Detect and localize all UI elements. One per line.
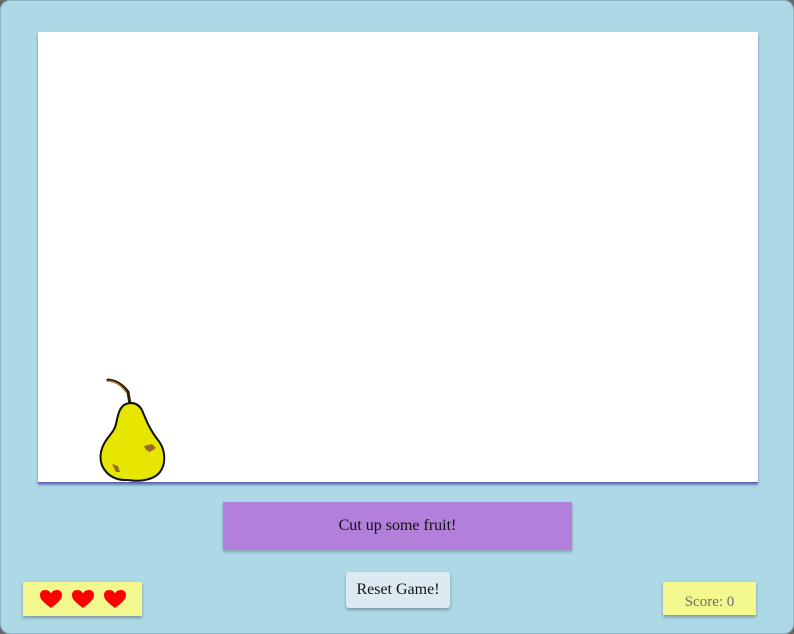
heart-icon — [39, 590, 62, 608]
score-display: Score: 0 — [663, 582, 756, 615]
lives-panel — [23, 582, 142, 616]
game-frame: Cut up some fruit! Reset Game! Score: 0 — [0, 0, 794, 634]
reset-game-button[interactable]: Reset Game! — [346, 572, 450, 608]
heart-icon — [103, 590, 126, 608]
status-message: Cut up some fruit! — [223, 502, 572, 550]
pear-icon[interactable] — [94, 378, 170, 482]
play-area[interactable] — [38, 32, 758, 483]
heart-icon — [71, 590, 94, 608]
